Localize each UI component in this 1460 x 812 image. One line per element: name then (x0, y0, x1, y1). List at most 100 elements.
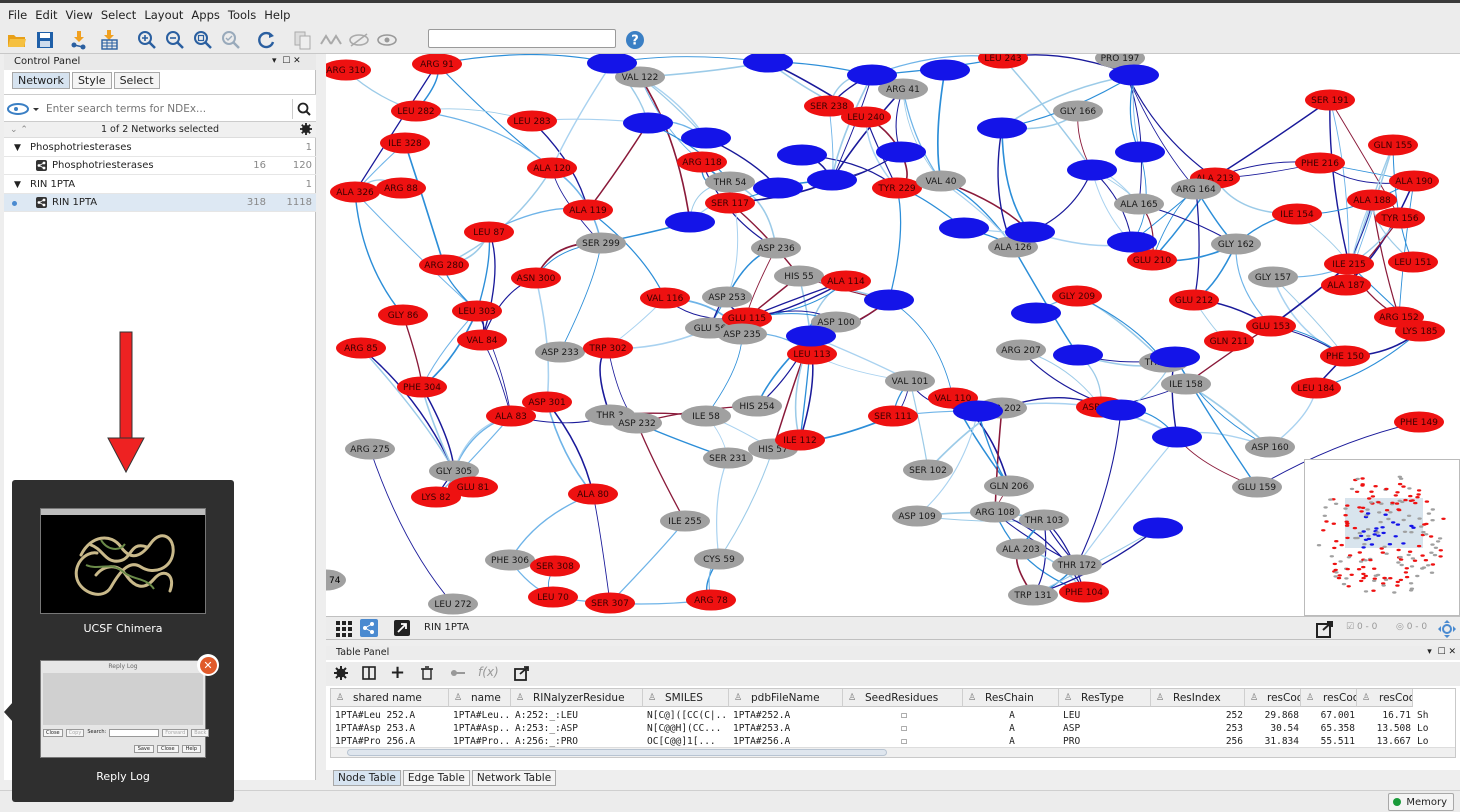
node[interactable] (1005, 221, 1055, 243)
column-header[interactable]: resCoord♙ (1301, 689, 1357, 707)
node-asp-253[interactable]: ASP 253 (702, 286, 752, 308)
memory-button[interactable]: Memory (1388, 793, 1454, 811)
node-asp-160[interactable]: ASP 160 (1245, 436, 1295, 458)
node-ser-308[interactable]: SER 308 (530, 555, 580, 577)
network-overview-panel[interactable] (1304, 459, 1460, 616)
close-reply-log-button[interactable]: ✕ (197, 654, 219, 676)
node[interactable] (1053, 344, 1103, 366)
menu-select[interactable]: Select (101, 8, 136, 22)
table-cell[interactable]: 67.001 (1305, 709, 1355, 722)
tab-network[interactable]: Network (12, 72, 70, 89)
node-arg-275[interactable]: ARG 275 (345, 438, 395, 460)
node-gly-209[interactable]: GLY 209 (1052, 285, 1102, 307)
column-header[interactable]: resCoord♙ (1245, 689, 1301, 707)
node[interactable] (977, 117, 1027, 139)
edge[interactable] (902, 88, 942, 182)
table-cell[interactable]: A (967, 709, 1057, 722)
panel-controls-icon[interactable]: ▾ ☐ ✕ (272, 56, 301, 66)
node-phe-149[interactable]: PHE 149 (1394, 411, 1444, 433)
node-glu-153[interactable]: GLU 153 (1246, 315, 1296, 337)
node-leu-184[interactable]: LEU 184 (1291, 377, 1341, 399)
menu-apps[interactable]: Apps (191, 8, 219, 22)
delete-column-icon[interactable] (420, 666, 434, 683)
node-ile-154[interactable]: ILE 154 (1272, 203, 1322, 225)
node-ala-326[interactable]: ALA 326 (330, 181, 380, 203)
column-header[interactable]: name ♙ (449, 689, 511, 707)
tab-style[interactable]: Style (71, 72, 112, 89)
zoom-out-icon[interactable] (164, 29, 186, 51)
node[interactable] (1096, 399, 1146, 421)
node[interactable] (1107, 231, 1157, 253)
edge[interactable] (402, 314, 423, 388)
hide-icon[interactable] (348, 29, 370, 51)
node-gly-157[interactable]: GLY 157 (1248, 266, 1298, 288)
zoom-selected-icon[interactable] (220, 29, 242, 51)
table-cell[interactable]: Sh (1417, 709, 1435, 722)
node-ala-188[interactable]: ALA 188 (1347, 189, 1397, 211)
menu-help[interactable]: Help (264, 8, 290, 22)
edge[interactable] (1129, 74, 1141, 153)
node-phe-306[interactable]: PHE 306 (485, 549, 535, 571)
add-column-icon[interactable]: + (390, 664, 405, 682)
node-ile-255[interactable]: ILE 255 (660, 510, 710, 532)
edge[interactable] (421, 310, 478, 388)
table-cell[interactable]: 252 (1155, 709, 1243, 722)
node-gln-211[interactable]: GLN 211 (1204, 330, 1254, 352)
node[interactable] (1133, 517, 1183, 539)
table-cell[interactable]: 1PTA#253.A (733, 722, 841, 735)
node[interactable] (807, 169, 857, 191)
node-ala-203[interactable]: ALA 203 (996, 538, 1046, 560)
network-row[interactable]: Phosphotriesterases 16 120 (4, 157, 316, 175)
node-thr-54[interactable]: THR 54 (705, 171, 755, 193)
node-arg-108[interactable]: ARG 108 (970, 501, 1020, 523)
node[interactable] (1115, 141, 1165, 163)
node-trp-131[interactable]: TRP 131 (1008, 584, 1058, 606)
edge[interactable] (1329, 99, 1350, 265)
column-header[interactable]: pdbFileName ♙ (729, 689, 843, 707)
menu-edit[interactable]: Edit (35, 8, 57, 22)
node-ser-307[interactable]: SER 307 (585, 592, 635, 614)
node-arg-310[interactable]: ARG 310 (326, 59, 371, 81)
node-val-84[interactable]: VAL 84 (457, 329, 507, 351)
reply-log-help-button[interactable]: Help (181, 745, 201, 753)
node-asn-300[interactable]: ASN 300 (511, 267, 561, 289)
detach-view-icon[interactable] (394, 620, 410, 636)
node-arg-78[interactable]: ARG 78 (686, 589, 736, 611)
zoom-fit-icon[interactable] (192, 29, 214, 51)
node-leu-282[interactable]: LEU 282 (391, 100, 441, 122)
node-ile-215[interactable]: ILE 215 (1324, 253, 1374, 275)
node-his-254[interactable]: HIS 254 (732, 395, 782, 417)
node-phe-304[interactable]: PHE 304 (397, 376, 447, 398)
edge[interactable] (1132, 74, 1141, 153)
node[interactable] (1011, 302, 1061, 324)
import-table-icon[interactable] (98, 29, 120, 51)
node-leu-151[interactable]: LEU 151 (1388, 251, 1438, 273)
new-subnetwork-icon[interactable] (292, 29, 314, 51)
edge[interactable] (592, 493, 611, 604)
node-ile-158[interactable]: ILE 158 (1161, 373, 1211, 395)
node-ser-231[interactable]: SER 231 (703, 447, 753, 469)
node-leu-87[interactable]: LEU 87 (464, 221, 514, 243)
ndex-logo-icon[interactable] (6, 101, 40, 120)
edge[interactable] (481, 339, 512, 417)
table-cell[interactable]: Lo (1417, 722, 1435, 735)
open-folder-icon[interactable] (6, 29, 28, 51)
table-cell[interactable]: 30.54 (1249, 722, 1299, 735)
edge[interactable] (828, 105, 834, 181)
grid-view-icon[interactable] (336, 621, 352, 640)
node-ile-112[interactable]: ILE 112 (775, 429, 825, 451)
node-ala-114[interactable]: ALA 114 (821, 270, 871, 292)
panel-controls-icon[interactable]: ▾ ☐ ✕ (1427, 647, 1456, 657)
horizontal-scrollbar[interactable] (331, 747, 1455, 757)
function-builder-icon[interactable]: f(x) (478, 665, 499, 679)
node-arg-118[interactable]: ARG 118 (677, 151, 727, 173)
node-val-40[interactable]: VAL 40 (916, 170, 966, 192)
column-header[interactable]: SeedResidues ♙ (843, 689, 963, 707)
expand-arrow-icon[interactable]: ▼ (14, 139, 21, 157)
reply-log-back-button[interactable]: Back (191, 729, 210, 737)
node-ser-117[interactable]: SER 117 (705, 192, 755, 214)
node[interactable] (847, 64, 897, 86)
help-icon[interactable]: ? (624, 29, 646, 51)
edge[interactable] (1398, 180, 1415, 318)
node-asp-233[interactable]: ASP 233 (535, 341, 585, 363)
